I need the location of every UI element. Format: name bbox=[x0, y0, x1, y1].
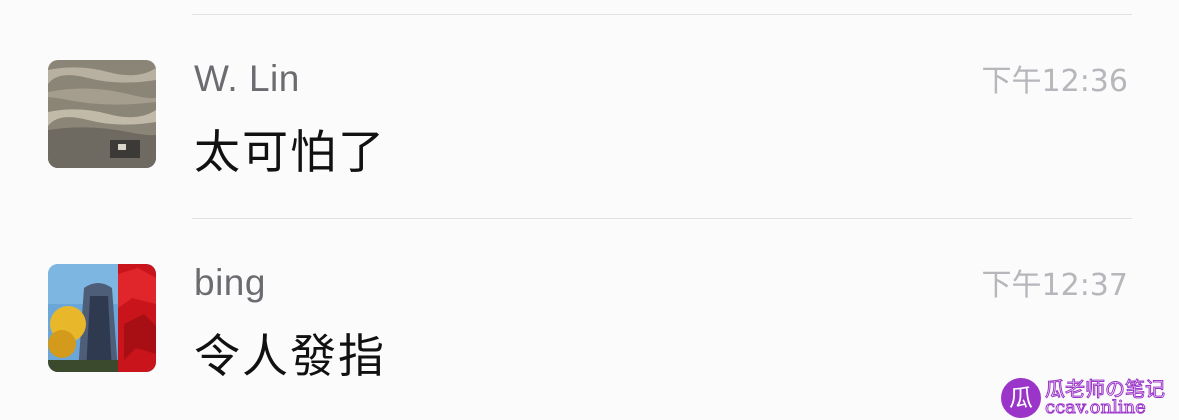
top-divider bbox=[192, 14, 1132, 15]
avatar[interactable] bbox=[48, 60, 156, 168]
sender-name: W. Lin bbox=[194, 58, 300, 99]
watermark: 瓜 瓜老师の笔记 ccav.online bbox=[1001, 377, 1166, 418]
avatar[interactable] bbox=[48, 264, 156, 372]
message-time: 下午12:36 bbox=[981, 64, 1128, 99]
message-preview: 令人發指 bbox=[194, 329, 386, 383]
message-preview: 太可怕了 bbox=[194, 125, 386, 179]
message-time: 下午12:37 bbox=[981, 268, 1128, 303]
watermark-text: 瓜老师の笔记 ccav.online bbox=[1045, 377, 1166, 418]
sender-name: bing bbox=[194, 262, 266, 303]
watermark-line1: 瓜老师の笔记 bbox=[1045, 377, 1166, 401]
city-avatar-icon bbox=[48, 264, 156, 372]
message-row[interactable]: W. Lin 下午12:36 太可怕了 bbox=[0, 48, 1179, 179]
message-row[interactable]: bing 下午12:37 令人發指 bbox=[0, 252, 1179, 383]
watermark-logo-icon: 瓜 bbox=[1001, 378, 1041, 418]
row-divider bbox=[192, 218, 1132, 219]
landscape-avatar-icon bbox=[48, 60, 156, 168]
watermark-line2: ccav.online bbox=[1045, 397, 1147, 418]
